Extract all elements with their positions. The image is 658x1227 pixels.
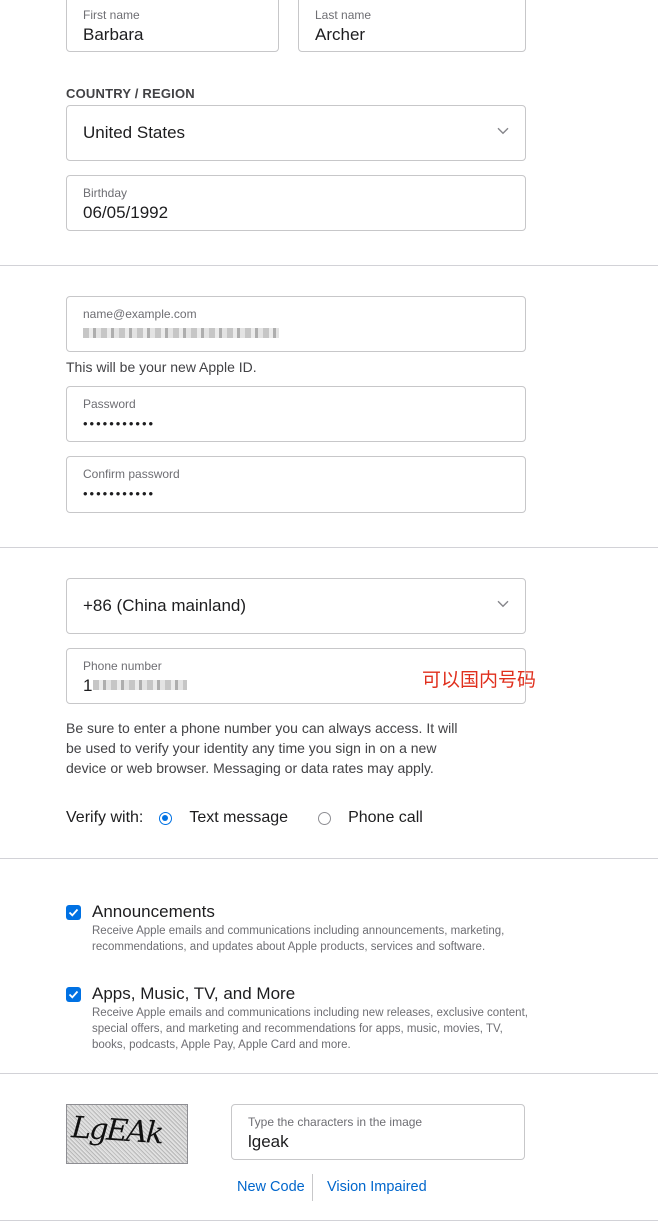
new-code-link[interactable]: New Code bbox=[237, 1179, 305, 1195]
phone-number-label: Phone number bbox=[83, 659, 162, 673]
first-name-value: Barbara bbox=[83, 25, 144, 44]
radio-text-message[interactable] bbox=[159, 811, 173, 825]
captcha-text: LgEAk bbox=[69, 1110, 164, 1151]
country-select[interactable]: United States bbox=[66, 105, 526, 161]
country-selected-value: United States bbox=[83, 123, 186, 142]
last-name-label: Last name bbox=[315, 8, 372, 22]
captcha-input-label: Type the characters in the image bbox=[248, 1115, 423, 1129]
chevron-down-icon bbox=[497, 122, 509, 140]
confirm-password-mask: ••••••••••• bbox=[83, 486, 156, 501]
section-divider bbox=[0, 1073, 658, 1074]
announcements-title: Announcements bbox=[92, 902, 215, 921]
phone-call-label[interactable]: Phone call bbox=[348, 809, 423, 827]
section-divider bbox=[0, 265, 658, 266]
birthday-value: 06/05/1992 bbox=[83, 203, 169, 222]
captcha-input-value: lgeak bbox=[248, 1132, 289, 1151]
phone-number-pixelated bbox=[93, 680, 187, 690]
phone-hint: Be sure to enter a phone number you can … bbox=[66, 720, 458, 776]
password-mask: ••••••••••• bbox=[83, 416, 156, 431]
first-name-field[interactable]: First name Barbara bbox=[66, 0, 279, 52]
announcements-checkbox[interactable] bbox=[66, 905, 81, 920]
password-field[interactable]: Password ••••••••••• bbox=[66, 386, 526, 442]
phone-country-value: +86 (China mainland) bbox=[83, 596, 247, 615]
section-divider bbox=[0, 1220, 658, 1221]
announcements-desc: Receive Apple emails and communications … bbox=[92, 925, 505, 953]
password-label: Password bbox=[83, 397, 136, 411]
email-value-pixelated bbox=[83, 328, 279, 338]
phone-annotation: 可以国内号码 bbox=[422, 669, 537, 691]
apps-music-desc: Receive Apple emails and communications … bbox=[92, 1007, 528, 1051]
country-section-label: COUNTRY / REGION bbox=[66, 86, 195, 101]
checkmark-icon bbox=[68, 908, 79, 917]
phone-number-prefix: 1 bbox=[83, 676, 93, 695]
birthday-field[interactable]: Birthday 06/05/1992 bbox=[66, 175, 526, 231]
link-separator bbox=[312, 1174, 313, 1201]
verify-with-label: Verify with: bbox=[66, 809, 144, 826]
email-field[interactable]: name@example.com bbox=[66, 296, 526, 352]
first-name-label: First name bbox=[83, 8, 140, 22]
checkmark-icon bbox=[68, 990, 79, 999]
email-label: name@example.com bbox=[83, 307, 197, 321]
last-name-value: Archer bbox=[315, 25, 366, 44]
apps-music-checkbox[interactable] bbox=[66, 987, 81, 1002]
confirm-password-field[interactable]: Confirm password ••••••••••• bbox=[66, 456, 526, 513]
last-name-field[interactable]: Last name Archer bbox=[298, 0, 526, 52]
chevron-down-icon bbox=[497, 595, 509, 613]
section-divider bbox=[0, 858, 658, 859]
section-divider bbox=[0, 547, 658, 548]
apps-music-title: Apps, Music, TV, and More bbox=[92, 984, 296, 1003]
phone-country-select[interactable]: +86 (China mainland) bbox=[66, 578, 526, 634]
email-hint: This will be your new Apple ID. bbox=[66, 359, 257, 375]
confirm-password-label: Confirm password bbox=[83, 467, 180, 481]
text-message-label[interactable]: Text message bbox=[189, 809, 288, 827]
vision-impaired-link[interactable]: Vision Impaired bbox=[327, 1179, 427, 1195]
captcha-image: LgEAk bbox=[66, 1104, 188, 1164]
radio-phone-call[interactable] bbox=[318, 811, 332, 825]
verify-with-group: Verify with: Text message Phone call bbox=[66, 809, 423, 827]
captcha-input[interactable]: Type the characters in the image lgeak bbox=[231, 1104, 525, 1160]
birthday-label: Birthday bbox=[83, 186, 128, 200]
